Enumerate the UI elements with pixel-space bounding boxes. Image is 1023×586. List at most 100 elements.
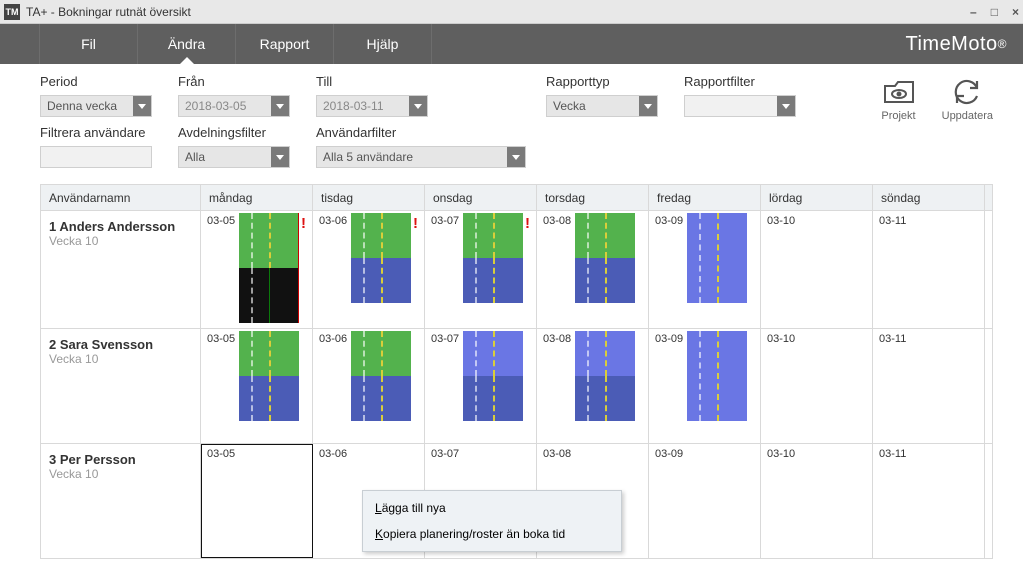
period-select[interactable]: Denna vecka bbox=[40, 95, 152, 117]
schedule-block[interactable] bbox=[239, 213, 299, 323]
user-name-cell: 2 Sara Svensson Vecka 10 bbox=[41, 329, 201, 443]
day-cell[interactable]: 03-07 bbox=[425, 329, 537, 443]
reportfilter-label: Rapportfilter bbox=[684, 74, 804, 89]
day-cell[interactable]: 03-11 bbox=[873, 211, 985, 328]
day-cell[interactable]: 03-10 bbox=[761, 211, 873, 328]
col-wednesday: onsdag bbox=[425, 185, 537, 210]
user-name: 3 Per Persson bbox=[49, 452, 192, 467]
filter-panel: Period Denna vecka Filtrera användare Fr… bbox=[0, 64, 1023, 174]
schedule-block[interactable] bbox=[575, 331, 635, 421]
filterusers-label: Filtrera användare bbox=[40, 125, 160, 140]
day-date: 03-10 bbox=[767, 215, 795, 227]
day-date: 03-08 bbox=[543, 333, 571, 345]
reporttype-label: Rapporttyp bbox=[546, 74, 666, 89]
refresh-button[interactable]: Uppdatera bbox=[942, 78, 993, 122]
userfilter-value: Alla 5 användare bbox=[323, 150, 413, 164]
user-name-cell: 3 Per Persson Vecka 10 bbox=[41, 444, 201, 558]
day-date: 03-11 bbox=[879, 333, 906, 345]
col-thursday: torsdag bbox=[537, 185, 649, 210]
day-cell[interactable]: 03-05 ! bbox=[201, 211, 313, 328]
close-button[interactable]: × bbox=[1012, 5, 1019, 19]
chevron-down-icon bbox=[133, 96, 151, 116]
menu-file[interactable]: Fil bbox=[40, 24, 138, 64]
app-icon: TM bbox=[4, 4, 20, 20]
userfilter-select[interactable]: Alla 5 användare bbox=[316, 146, 526, 168]
day-date: 03-09 bbox=[655, 448, 683, 460]
day-cell[interactable]: 03-07 ! bbox=[425, 211, 537, 328]
ctx-add-new[interactable]: Lägga till nya bbox=[363, 495, 621, 521]
menu-edit[interactable]: Ändra bbox=[138, 24, 236, 64]
day-cell[interactable]: 03-11 bbox=[873, 444, 985, 558]
day-cell[interactable]: 03-08 bbox=[537, 211, 649, 328]
schedule-block[interactable] bbox=[463, 213, 523, 303]
schedule-block[interactable] bbox=[239, 331, 299, 421]
from-select[interactable]: 2018-03-05 bbox=[178, 95, 290, 117]
menu-help[interactable]: Hjälp bbox=[334, 24, 432, 64]
chevron-down-icon bbox=[777, 96, 795, 116]
day-cell[interactable]: 03-05 bbox=[201, 329, 313, 443]
user-week: Vecka 10 bbox=[49, 352, 192, 366]
day-cell[interactable]: 03-10 bbox=[761, 329, 873, 443]
context-menu: Lägga till nya Kopiera planering/roster … bbox=[362, 490, 622, 552]
deptfilter-value: Alla bbox=[185, 150, 205, 164]
day-date: 03-10 bbox=[767, 448, 795, 460]
day-cell[interactable]: 03-10 bbox=[761, 444, 873, 558]
minimize-button[interactable]: – bbox=[970, 5, 977, 19]
deptfilter-select[interactable]: Alla bbox=[178, 146, 290, 168]
schedule-block[interactable] bbox=[351, 331, 411, 421]
day-date: 03-07 bbox=[431, 215, 459, 227]
day-date: 03-08 bbox=[543, 215, 571, 227]
day-date: 03-06 bbox=[319, 448, 347, 460]
schedule-block[interactable] bbox=[463, 331, 523, 421]
col-saturday: lördag bbox=[761, 185, 873, 210]
titlebar: TM TA+ - Bokningar rutnät översikt – □ × bbox=[0, 0, 1023, 24]
day-date: 03-09 bbox=[655, 215, 683, 227]
day-cell[interactable]: 03-11 bbox=[873, 329, 985, 443]
day-date: 03-11 bbox=[879, 448, 906, 460]
day-cell[interactable]: 03-08 bbox=[537, 329, 649, 443]
project-button[interactable]: Projekt bbox=[881, 78, 915, 122]
day-cell[interactable]: 03-09 bbox=[649, 329, 761, 443]
day-date: 03-05 bbox=[207, 215, 235, 227]
menu-help-label: Hjälp bbox=[367, 36, 399, 52]
user-name-cell: 1 Anders Andersson Vecka 10 bbox=[41, 211, 201, 328]
day-date: 03-05 bbox=[207, 333, 235, 345]
chevron-down-icon bbox=[271, 147, 289, 167]
from-label: Från bbox=[178, 74, 298, 89]
menu-report[interactable]: Rapport bbox=[236, 24, 334, 64]
user-week: Vecka 10 bbox=[49, 234, 192, 248]
day-date: 03-06 bbox=[319, 215, 347, 227]
day-cell[interactable]: 03-09 bbox=[649, 211, 761, 328]
window-title: TA+ - Bokningar rutnät översikt bbox=[26, 5, 191, 19]
menu-edit-label: Ändra bbox=[168, 36, 205, 52]
day-cell[interactable]: 03-06 bbox=[313, 329, 425, 443]
chevron-down-icon bbox=[409, 96, 427, 116]
reporttype-value: Vecka bbox=[553, 99, 586, 113]
reportfilter-select[interactable] bbox=[684, 95, 796, 117]
to-label: Till bbox=[316, 74, 528, 89]
schedule-block[interactable] bbox=[687, 213, 747, 303]
grid-header-row: Användarnamn måndag tisdag onsdag torsda… bbox=[41, 185, 992, 211]
maximize-button[interactable]: □ bbox=[991, 5, 998, 19]
from-value: 2018-03-05 bbox=[185, 99, 246, 113]
chevron-down-icon bbox=[507, 147, 525, 167]
ctx-copy-plan[interactable]: Kopiera planering/roster än boka tid bbox=[363, 521, 621, 547]
day-date: 03-06 bbox=[319, 333, 347, 345]
col-sunday: söndag bbox=[873, 185, 985, 210]
menu-report-label: Rapport bbox=[260, 36, 310, 52]
schedule-block[interactable] bbox=[575, 213, 635, 303]
userfilter-label: Användarfilter bbox=[316, 125, 528, 140]
refresh-label: Uppdatera bbox=[942, 110, 993, 122]
day-cell[interactable]: 03-06 ! bbox=[313, 211, 425, 328]
day-cell-selected[interactable]: 03-05 bbox=[201, 444, 313, 558]
filterusers-select[interactable] bbox=[40, 146, 152, 168]
day-date: 03-09 bbox=[655, 333, 683, 345]
day-cell[interactable]: 03-09 bbox=[649, 444, 761, 558]
schedule-block[interactable] bbox=[687, 331, 747, 421]
chevron-down-icon bbox=[271, 96, 289, 116]
to-select[interactable]: 2018-03-11 bbox=[316, 95, 428, 117]
schedule-block[interactable] bbox=[351, 213, 411, 303]
user-week: Vecka 10 bbox=[49, 467, 192, 481]
reporttype-select[interactable]: Vecka bbox=[546, 95, 658, 117]
period-value: Denna vecka bbox=[47, 99, 117, 113]
